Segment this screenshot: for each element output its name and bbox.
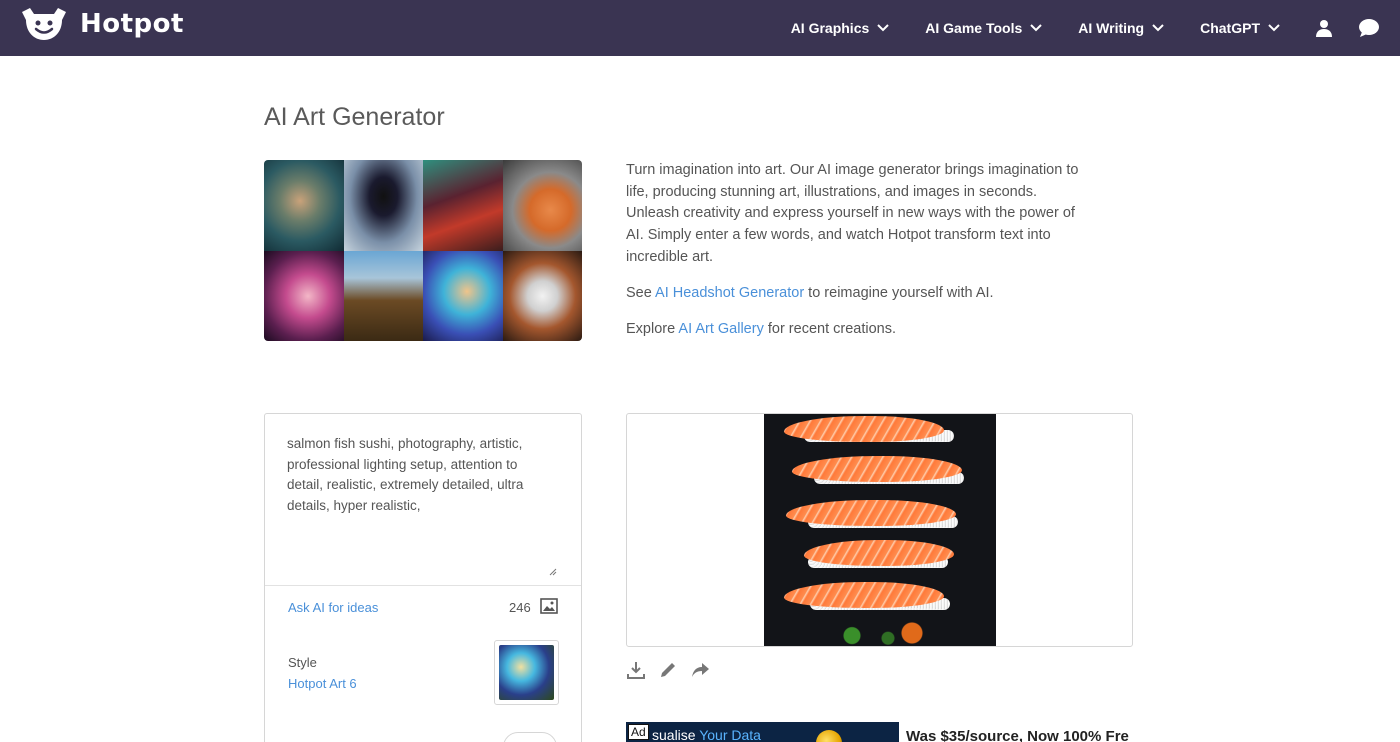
collage-tile-portrait	[264, 250, 344, 341]
option-toggle[interactable]	[503, 732, 557, 742]
edit-pencil-icon[interactable]	[658, 660, 678, 680]
headshot-generator-link[interactable]: AI Headshot Generator	[655, 285, 804, 301]
nav-ai-game-tools-label: AI Game Tools	[925, 20, 1023, 36]
nav-chatgpt[interactable]: ChatGPT	[1200, 20, 1280, 36]
nav-ai-writing-label: AI Writing	[1078, 20, 1145, 36]
image-upload-icon[interactable]	[540, 598, 558, 614]
garnish	[828, 620, 948, 646]
salmon-1	[784, 416, 944, 442]
chevron-down-icon	[1030, 24, 1042, 32]
download-icon[interactable]	[626, 660, 646, 680]
salmon-5	[784, 582, 944, 608]
art-gallery-link[interactable]: AI Art Gallery	[678, 321, 763, 337]
collage-tile-colorful-woman	[423, 250, 503, 341]
chat-bubble-icon[interactable]	[1358, 18, 1380, 38]
see-suffix: to reimagine yourself with AI.	[804, 285, 994, 302]
ad-graphic	[816, 730, 842, 742]
nav-chatgpt-label: ChatGPT	[1200, 20, 1260, 36]
brand-name: Hotpot	[80, 9, 184, 39]
generator-form: salmon fish sushi, photography, artistic…	[264, 413, 582, 742]
ask-ai-link[interactable]: Ask AI for ideas	[288, 600, 378, 615]
intro-paragraph: Turn imagination into art. Our AI image …	[626, 162, 1079, 265]
nav-ai-writing[interactable]: AI Writing	[1078, 20, 1164, 36]
see-line: See AI Headshot Generator to reimagine y…	[626, 283, 1086, 305]
collage-tile-shiba	[502, 160, 582, 251]
hero-image-collage	[264, 160, 582, 341]
explore-suffix: for recent creations.	[763, 321, 896, 338]
ad-badge: Ad	[628, 724, 649, 740]
top-nav: Hotpot AI Graphics AI Game Tools AI Writ…	[0, 0, 1400, 56]
salmon-2	[792, 456, 962, 482]
explore-prefix: Explore	[626, 321, 679, 338]
ad-text-highlight: Your Data	[699, 727, 761, 742]
nav-ai-graphics-label: AI Graphics	[790, 20, 870, 36]
see-prefix: See	[626, 285, 656, 302]
nav-ai-game-tools[interactable]: AI Game Tools	[925, 20, 1042, 36]
generated-sushi-image[interactable]	[764, 414, 996, 646]
form-divider	[265, 585, 581, 586]
char-count: 246	[509, 600, 531, 615]
nav-ai-graphics[interactable]: AI Graphics	[791, 20, 890, 36]
prompt-input[interactable]: salmon fish sushi, photography, artistic…	[279, 428, 561, 578]
collage-tile-venom	[343, 160, 423, 251]
ad-text: sualise Your Data	[652, 727, 761, 742]
brand-logo[interactable]: Hotpot	[20, 8, 184, 40]
chevron-down-icon	[1152, 24, 1164, 32]
nav-menu: AI Graphics AI Game Tools AI Writing Cha…	[791, 0, 1400, 56]
collage-tile-astronaut	[502, 250, 582, 341]
collage-tile-motorcycle	[423, 160, 503, 251]
page-title: AI Art Generator	[264, 103, 445, 131]
style-thumbnail-image	[499, 645, 554, 700]
collage-tile-cottage	[343, 250, 423, 341]
user-icon[interactable]	[1316, 19, 1332, 37]
ad-text-prefix: sualise	[652, 727, 700, 742]
share-icon[interactable]	[690, 660, 710, 680]
style-value-link[interactable]: Hotpot Art 6	[288, 676, 357, 691]
salmon-4	[804, 540, 954, 566]
image-actions	[626, 660, 722, 680]
chevron-down-icon	[877, 24, 889, 32]
intro-text: Turn imagination into art. Our AI image …	[626, 160, 1086, 355]
advertisement-banner[interactable]: Ad sualise Your Data	[626, 722, 899, 742]
ad-headline[interactable]: Was $35/source, Now 100% Fre	[906, 728, 1133, 742]
result-image-box	[626, 413, 1133, 647]
chevron-down-icon	[1268, 24, 1280, 32]
resize-handle-icon[interactable]	[549, 568, 557, 576]
collage-tile-dragon	[264, 160, 344, 251]
style-label: Style	[288, 655, 317, 670]
explore-line: Explore AI Art Gallery for recent creati…	[626, 319, 1086, 341]
hotpot-logo-icon	[22, 8, 66, 40]
style-thumbnail[interactable]	[494, 640, 559, 705]
salmon-3	[786, 500, 956, 526]
